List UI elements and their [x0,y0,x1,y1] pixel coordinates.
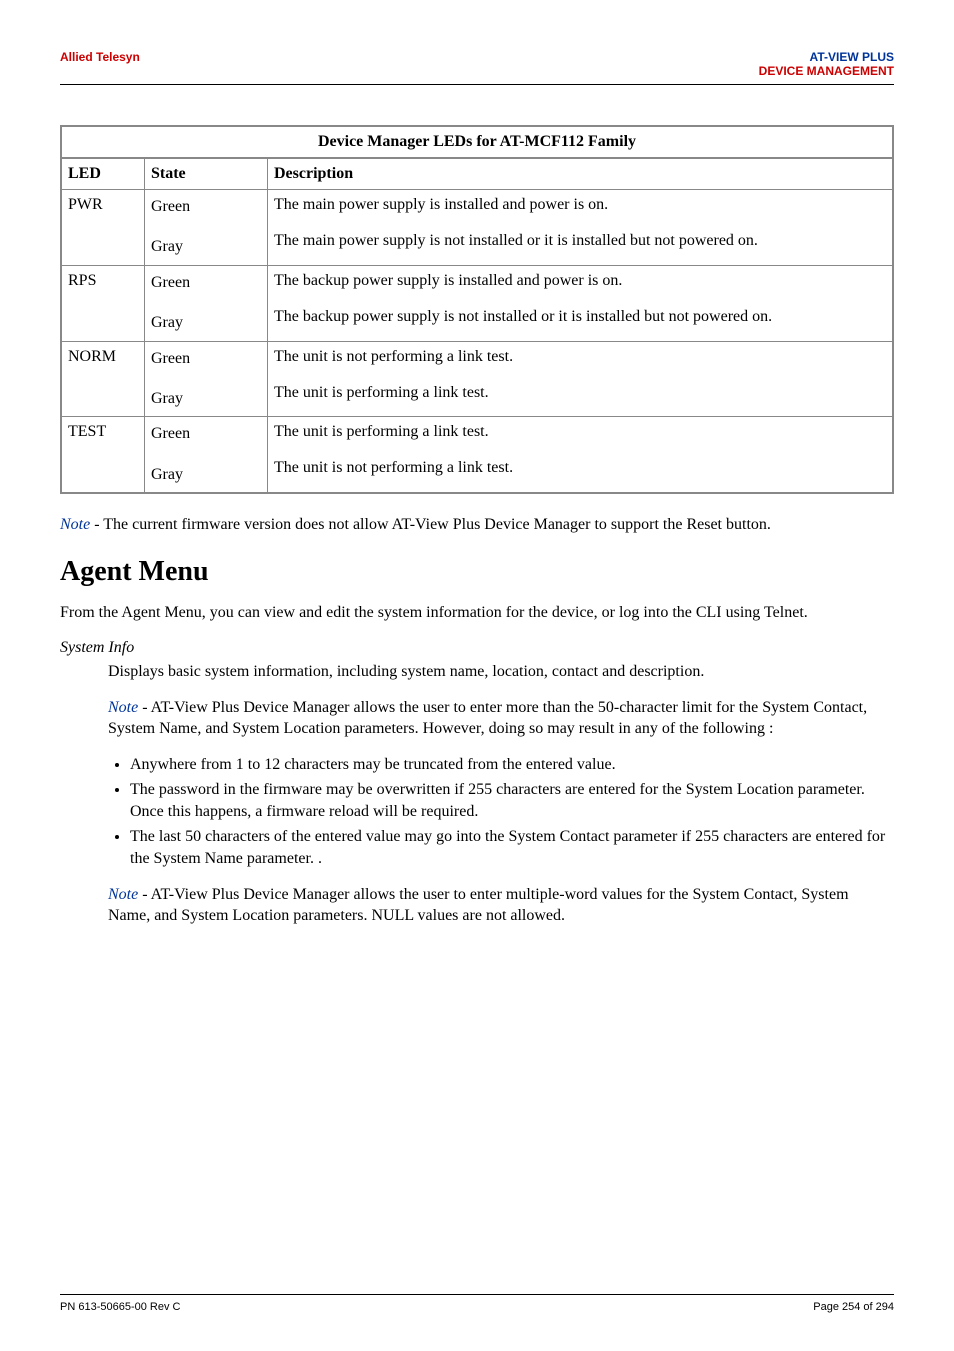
table-row: TEST Green Gray The unit is performing a… [61,417,893,493]
desc-text: The unit is not performing a link test. [274,348,513,365]
page-footer: PN 613-50665-00 Rev C Page 254 of 294 [60,1294,894,1313]
cell-state: Green Gray [145,417,268,493]
table-header-row: LED State Description [61,158,893,190]
cell-state: Green Gray [145,341,268,417]
state-value: Gray [151,388,261,410]
state-value: Green [151,198,190,215]
note-text: - The current firmware version does not … [90,516,771,533]
header-subsection: DEVICE MANAGEMENT [759,64,894,78]
footer-pn: PN 613-50665-00 Rev C [60,1301,180,1313]
system-info-label: System Info [60,637,894,659]
table-row: NORM Green Gray The unit is not performi… [61,341,893,417]
th-description: Description [268,158,894,190]
state-value: Gray [151,312,261,334]
note-paragraph: Note - The current firmware version does… [60,514,894,536]
list-item: The password in the firmware may be over… [130,779,894,822]
cell-led: NORM [61,341,145,417]
desc-text: The main power supply is not installed o… [274,232,886,250]
list-item: The last 50 characters of the entered va… [130,826,894,869]
note-label: Note [108,699,138,716]
state-value: Gray [151,464,261,486]
state-value: Green [151,274,190,291]
desc-text: The unit is performing a link test. [274,423,489,440]
cell-state: Green Gray [145,265,268,341]
note-text: - AT-View Plus Device Manager allows the… [108,886,849,925]
cell-description: The main power supply is installed and p… [268,190,894,266]
note-paragraph: Note - AT-View Plus Device Manager allow… [108,884,894,927]
desc-text: The unit is not performing a link test. [274,459,886,477]
state-value: Green [151,425,190,442]
note-label: Note [108,886,138,903]
state-value: Green [151,350,190,367]
page-header: Allied Telesyn AT-VIEW PLUS DEVICE MANAG… [60,50,894,78]
th-state: State [145,158,268,190]
cell-description: The unit is not performing a link test. … [268,341,894,417]
cell-description: The backup power supply is installed and… [268,265,894,341]
header-section: AT-VIEW PLUS DEVICE MANAGEMENT [759,50,894,78]
note-label: Note [60,516,90,533]
note-paragraph: Note - AT-View Plus Device Manager allow… [108,697,894,740]
footer-page-number: Page 254 of 294 [813,1301,894,1313]
note-text: - AT-View Plus Device Manager allows the… [108,699,867,738]
th-led: LED [61,158,145,190]
table-row: RPS Green Gray The backup power supply i… [61,265,893,341]
desc-text: The main power supply is installed and p… [274,196,608,213]
header-brand: Allied Telesyn [60,50,140,78]
cell-led: TEST [61,417,145,493]
cell-led: RPS [61,265,145,341]
header-product: AT-VIEW PLUS [759,50,894,64]
agent-menu-heading: Agent Menu [60,556,894,588]
desc-text: The unit is performing a link test. [274,384,886,402]
desc-text: The backup power supply is not installed… [274,308,886,326]
bullet-list: Anywhere from 1 to 12 characters may be … [60,754,894,870]
header-rule [60,84,894,85]
state-value: Gray [151,236,261,258]
device-manager-leds-table: Device Manager LEDs for AT-MCF112 Family… [60,125,894,494]
table-caption: Device Manager LEDs for AT-MCF112 Family [60,125,894,157]
list-item: Anywhere from 1 to 12 characters may be … [130,754,894,776]
agent-menu-intro: From the Agent Menu, you can view and ed… [60,602,894,624]
cell-led: PWR [61,190,145,266]
table-row: PWR Green Gray The main power supply is … [61,190,893,266]
cell-description: The unit is performing a link test. The … [268,417,894,493]
desc-text: The backup power supply is installed and… [274,272,622,289]
cell-state: Green Gray [145,190,268,266]
system-info-description: Displays basic system information, inclu… [108,661,894,683]
